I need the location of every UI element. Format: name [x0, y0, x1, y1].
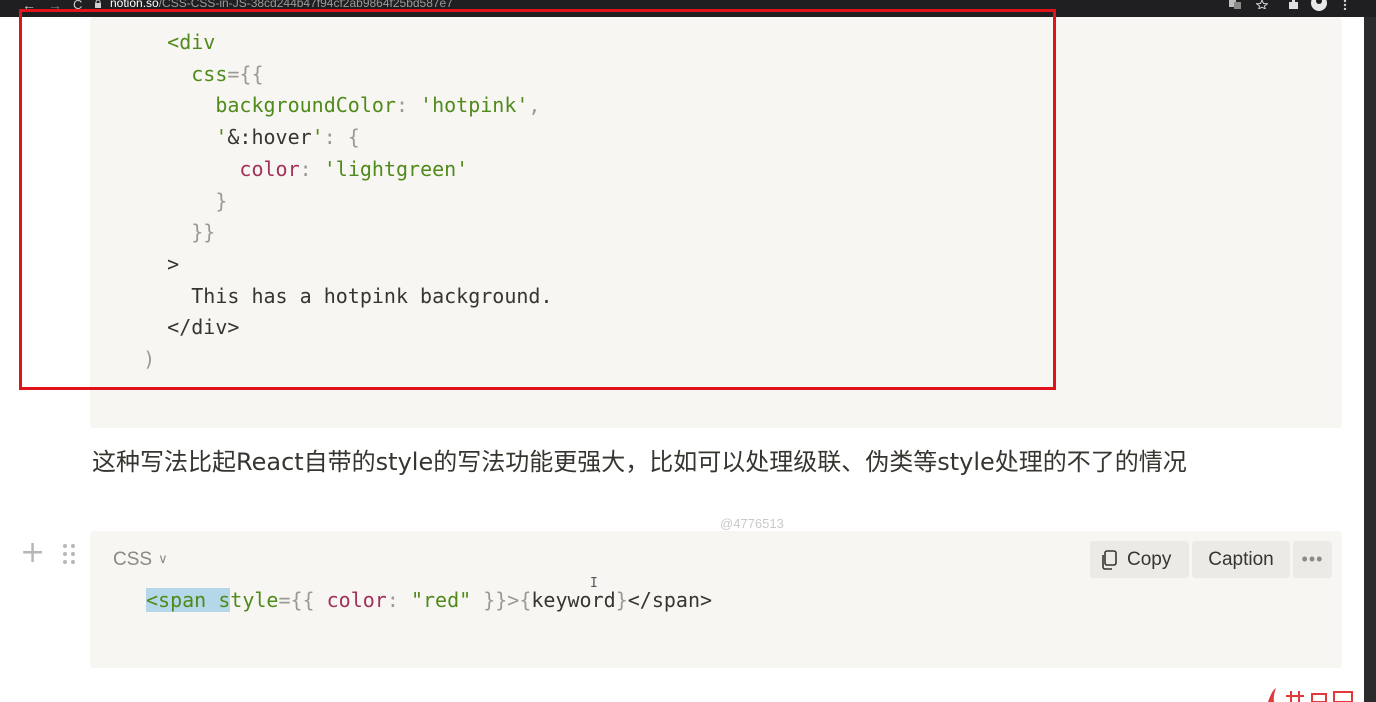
- drag-handle-icon[interactable]: [61, 543, 79, 567]
- more-options-button[interactable]: •••: [1293, 541, 1332, 578]
- extensions-icon[interactable]: [1287, 0, 1299, 9]
- translate-icon[interactable]: [1229, 0, 1241, 9]
- language-select[interactable]: CSS ∨: [113, 549, 168, 571]
- code-token: "red": [410, 588, 472, 612]
- chevron-down-icon: ∨: [158, 551, 168, 566]
- add-block-icon[interactable]: +: [20, 538, 45, 568]
- code-token: tyle: [230, 588, 279, 612]
- copy-label: Copy: [1127, 548, 1172, 570]
- highlight-box: [19, 9, 1056, 390]
- code-token: ={{: [278, 588, 327, 612]
- watermark: @4776513: [720, 516, 784, 531]
- code-token: </span>: [627, 588, 713, 612]
- code-toolbar: Copy Caption •••: [1090, 541, 1332, 578]
- selected-text: <span s: [146, 588, 231, 612]
- star-icon[interactable]: [1256, 0, 1268, 9]
- copy-button[interactable]: Copy: [1090, 541, 1189, 578]
- window-frame: [1364, 17, 1376, 702]
- code-token: keyword: [531, 588, 616, 612]
- code-token: }}>: [471, 588, 520, 612]
- lock-icon: [95, 0, 101, 8]
- code-token: :: [386, 588, 411, 612]
- copy-icon: [1102, 549, 1117, 570]
- profile-icon[interactable]: [1311, 0, 1327, 11]
- paragraph-text: 这种写法比起React自带的style的写法功能更强大，比如可以处理级联、伪类等…: [92, 448, 1187, 476]
- text-cursor-icon: I: [590, 576, 598, 591]
- code-line[interactable]: <span style={{ color: "red" }}>{keyword}…: [146, 588, 712, 612]
- code-token: {: [519, 588, 532, 612]
- menu-icon[interactable]: [1343, 0, 1347, 10]
- caption-button[interactable]: Caption: [1192, 541, 1290, 578]
- language-label: CSS: [113, 549, 153, 570]
- brand-logo: [1268, 688, 1353, 702]
- code-token: color: [326, 588, 387, 612]
- code-token: }: [615, 588, 628, 612]
